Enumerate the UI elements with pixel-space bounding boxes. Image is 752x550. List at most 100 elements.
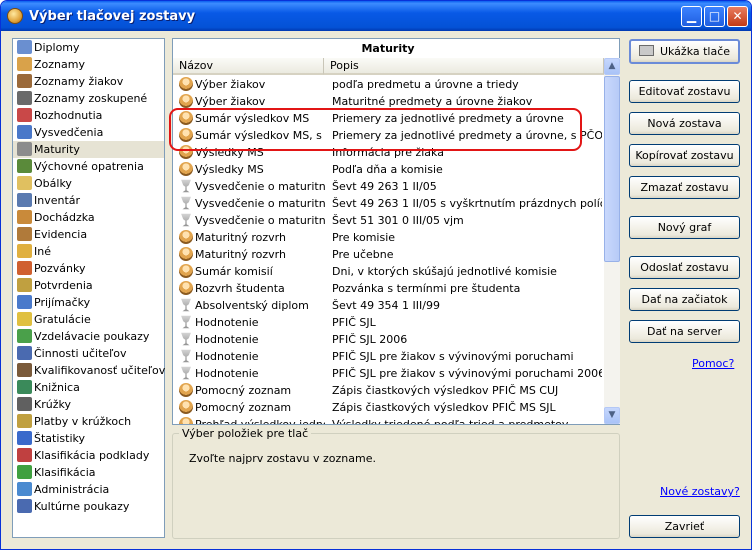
sidebar-item-label: Kvalifikovanosť učiteľov [34, 364, 166, 377]
cup-icon [181, 315, 191, 329]
sidebar-item[interactable]: Klasifikácia [13, 464, 164, 481]
report-row[interactable]: Hodnotenie PFIČ SJL [173, 314, 603, 331]
sidebar-item[interactable]: Evidencia [13, 226, 164, 243]
sidebar-item[interactable]: Vysvedčenia [13, 124, 164, 141]
category-icon [17, 125, 32, 139]
sidebar-item-label: Knižnica [34, 381, 80, 394]
report-row[interactable]: Rozvrh študenta Pozvánka s termínmi pre š… [173, 280, 603, 297]
report-row[interactable]: Vysvedčenie o maturitnej... Ševt 49 263 1… [173, 195, 603, 212]
report-name: Vysvedčenie o maturitnej... [195, 214, 325, 227]
category-list[interactable]: Diplomy Zoznamy Zoznamy žiakov Zoznamy zosk… [12, 38, 165, 538]
sidebar-item[interactable]: Potvrdenia [13, 277, 164, 294]
cup-icon [181, 366, 191, 380]
sidebar-item-label: Zoznamy žiakov [34, 75, 124, 88]
sidebar-item[interactable]: Krúžky [13, 396, 164, 413]
sidebar-item[interactable]: Kvalifikovanosť učiteľov [13, 362, 166, 379]
title-bar[interactable]: Výber tlačovej zostavy ▁ □ ✕ [1, 1, 751, 31]
sidebar-item[interactable]: Pozvánky [13, 260, 164, 277]
report-description: PFIČ SJL pre žiakov s vývinovými porucha… [332, 367, 602, 380]
report-row[interactable]: Maturitný rozvrh Pre učebne [173, 246, 603, 263]
delete-report-button[interactable]: Zmazať zostavu [629, 176, 740, 199]
sidebar-item-label: Platby v krúžkoch [34, 415, 132, 428]
sidebar-item[interactable]: Administrácia [13, 481, 164, 498]
report-description: PFIČ SJL 2006 [332, 333, 408, 346]
report-row[interactable]: Výber žiakov podľa predmetu a úrovne a tr… [173, 76, 603, 93]
sidebar-item[interactable]: Zoznamy žiakov [13, 73, 164, 90]
column-header-description[interactable]: Popis [324, 58, 604, 75]
report-name: Sumár komisií [195, 265, 273, 278]
sidebar-item[interactable]: Zoznamy zoskupené [13, 90, 164, 107]
send-report-button[interactable]: Odoslať zostavu [629, 256, 740, 279]
column-header-name[interactable]: Názov [173, 58, 324, 75]
category-icon [17, 40, 32, 54]
sidebar-item-label: Zoznamy zoskupené [34, 92, 148, 105]
report-row[interactable]: Výsledky MS Podľa dňa a komisie [173, 161, 603, 178]
edit-report-button[interactable]: Editovať zostavu [629, 80, 740, 103]
scroll-thumb[interactable] [604, 76, 620, 262]
sidebar-item[interactable]: Prijímačky [13, 294, 164, 311]
new-reports-link[interactable]: Nové zostavy? [660, 485, 740, 498]
close-button[interactable]: Zavrieť [629, 515, 740, 538]
person-icon [179, 230, 193, 244]
sidebar-item[interactable]: Štatistiky [13, 430, 164, 447]
sidebar-item-label: Kultúrne poukazy [34, 500, 130, 513]
send-to-server-button[interactable]: Dať na server [629, 320, 740, 343]
sidebar-item[interactable]: Platby v krúžkoch [13, 413, 164, 430]
help-link[interactable]: Pomoc? [692, 357, 734, 370]
sidebar-item[interactable]: Dochádzka [13, 209, 164, 226]
cup-icon [181, 213, 191, 227]
maximize-button[interactable]: □ [704, 6, 725, 27]
report-row[interactable]: Vysvedčenie o maturitnej... Ševt 49 263 1… [173, 178, 603, 195]
person-icon [179, 162, 193, 176]
report-row[interactable]: Pomocný zoznam Zápis čiastkových výsledko… [173, 399, 603, 416]
person-icon [179, 417, 193, 424]
new-report-button[interactable]: Nová zostava [629, 112, 740, 135]
new-graph-button[interactable]: Nový graf [629, 216, 740, 239]
copy-report-button[interactable]: Kopírovať zostavu [629, 144, 740, 167]
sidebar-item[interactable]: Zoznamy [13, 56, 164, 73]
report-list-scrollbar[interactable]: ▲ ▼ [604, 58, 620, 424]
report-row[interactable]: Prehľad výsledkov jedno... Výsledky tried… [173, 416, 603, 424]
report-row[interactable]: Pomocný zoznam Zápis čiastkových výsledko… [173, 382, 603, 399]
sidebar-item[interactable]: Obálky [13, 175, 164, 192]
person-icon [179, 383, 193, 397]
report-row[interactable]: Maturitný rozvrh Pre komisie [173, 229, 603, 246]
report-row[interactable]: Absolventský diplom Ševt 49 354 1 III/99 [173, 297, 603, 314]
report-name: Pomocný zoznam [195, 384, 292, 397]
sidebar-item[interactable]: Výchovné opatrenia [13, 158, 164, 175]
sidebar-item[interactable]: Knižnica [13, 379, 164, 396]
category-icon [17, 465, 32, 479]
sidebar-item-label: Inventár [34, 194, 81, 207]
scroll-down-button[interactable]: ▼ [604, 407, 620, 424]
report-description: Dni, v ktorých skúšajú jednotlivé komisi… [332, 265, 557, 278]
sidebar-item[interactable]: Vzdelávacie poukazy [13, 328, 164, 345]
close-window-button[interactable]: ✕ [727, 6, 748, 27]
sidebar-item[interactable]: Maturity [13, 141, 164, 158]
report-row[interactable]: Hodnotenie PFIČ SJL 2006 [173, 331, 603, 348]
sidebar-item-label: Klasifikácia [34, 466, 96, 479]
report-description: PFIČ SJL [332, 316, 376, 329]
sidebar-item[interactable]: Inventár [13, 192, 164, 209]
minimize-button[interactable]: ▁ [681, 6, 702, 27]
sidebar-item[interactable]: Gratulácie [13, 311, 164, 328]
sidebar-item[interactable]: Rozhodnutia [13, 107, 164, 124]
print-items-group-title: Výber položiek pre tlač [179, 427, 312, 440]
scroll-up-button[interactable]: ▲ [604, 58, 620, 75]
move-to-start-button[interactable]: Dať na začiatok [629, 288, 740, 311]
sidebar-item-label: Iné [34, 245, 51, 258]
report-description: Pre komisie [332, 231, 396, 244]
report-row[interactable]: Hodnotenie PFIČ SJL pre žiakov s vývinový… [173, 348, 603, 365]
sidebar-item[interactable]: Diplomy [13, 39, 164, 56]
print-preview-button[interactable]: Ukážka tlače [629, 39, 740, 64]
report-row[interactable]: Sumár komisií Dni, v ktorých skúšajú jedn… [173, 263, 603, 280]
report-description: PFIČ SJL pre žiakov s vývinovými porucha… [332, 350, 574, 363]
sidebar-item[interactable]: Činnosti učiteľov [13, 345, 164, 362]
report-name: Maturitný rozvrh [195, 248, 286, 261]
sidebar-item[interactable]: Kultúrne poukazy [13, 498, 164, 515]
report-row[interactable]: Hodnotenie PFIČ SJL pre žiakov s vývinový… [173, 365, 603, 382]
report-description: Ševt 49 354 1 III/99 [332, 299, 440, 312]
sidebar-item[interactable]: Iné [13, 243, 164, 260]
sidebar-item[interactable]: Klasifikácia podklady [13, 447, 164, 464]
sidebar-item-label: Vzdelávacie poukazy [34, 330, 150, 343]
report-row[interactable]: Vysvedčenie o maturitnej... Ševt 51 301 0… [173, 212, 603, 229]
